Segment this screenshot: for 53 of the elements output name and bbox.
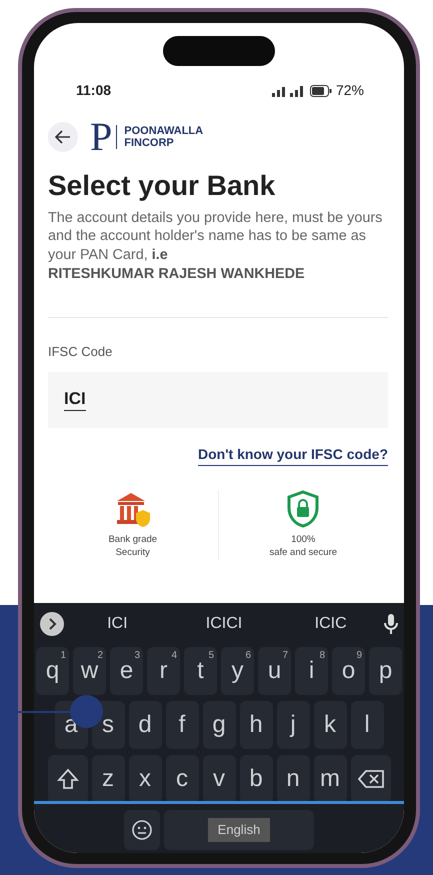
- ifsc-input-field[interactable]: ICI: [48, 372, 388, 428]
- key-hint: 6: [245, 649, 251, 663]
- keyboard-key[interactable]: j: [276, 701, 310, 749]
- battery-percent: 72%: [336, 81, 364, 100]
- shift-key[interactable]: [48, 755, 88, 803]
- keyboard-key[interactable]: k: [314, 701, 346, 749]
- key-hint: 4: [171, 649, 177, 663]
- keyboard-key[interactable]: x: [128, 755, 162, 803]
- suggestion-item[interactable]: ICI: [64, 612, 171, 636]
- keyboard-key[interactable]: z: [92, 755, 124, 803]
- keyboard-key[interactable]: v: [202, 755, 236, 803]
- suggestion-item[interactable]: ICICI: [170, 612, 278, 636]
- shield-lock-icon: [286, 490, 320, 528]
- description-text: The account details you provide here, must be yours and the account holder's name has to be same as your PAN Card, i.e RITESHKUMAR RAJESH WANKHEDE: [48, 208, 384, 284]
- keyboard-key[interactable]: g: [202, 701, 236, 749]
- backspace-icon: [358, 770, 384, 788]
- key-hint: 8: [319, 649, 325, 663]
- back-arrow-icon: [55, 130, 71, 144]
- keyboard-key[interactable]: d: [128, 701, 162, 749]
- signal-icon: [272, 84, 306, 96]
- keyboard-key[interactable]: c: [166, 755, 198, 803]
- keyboard-key[interactable]: f: [166, 701, 198, 749]
- status-time: 11:08: [76, 81, 112, 100]
- help-link[interactable]: Don't know your IFSC code?: [198, 444, 388, 466]
- keyboard-key[interactable]: n: [276, 755, 310, 803]
- shift-icon: [56, 768, 78, 790]
- back-button[interactable]: [48, 122, 78, 152]
- keyboard-key[interactable]: i 8: [295, 647, 328, 695]
- space-key[interactable]: English: [164, 810, 314, 850]
- key-hint: 7: [282, 649, 288, 663]
- key-hint: 3: [134, 649, 140, 663]
- keyboard-key[interactable]: m: [314, 755, 346, 803]
- brand-name: POONAWALLA FINCORP: [116, 124, 204, 150]
- field-label: IFSC Code: [48, 343, 114, 362]
- badge-caption: Bank grade Security: [108, 534, 158, 560]
- key-hint: 1: [60, 649, 66, 663]
- emoji-icon: [131, 819, 153, 841]
- keyboard-key[interactable]: b: [240, 755, 272, 803]
- key-hint: 9: [356, 649, 362, 663]
- keyboard-key[interactable]: l: [350, 701, 384, 749]
- keyboard-key[interactable]: h: [240, 701, 272, 749]
- battery-icon: [310, 84, 332, 96]
- key-hint: 2: [97, 649, 103, 663]
- expand-toolbar-icon[interactable]: [40, 612, 64, 636]
- badge-caption: 100% safe and secure: [269, 534, 338, 560]
- suggestion-item[interactable]: ICIC: [277, 612, 384, 636]
- logo-letter: P: [90, 117, 112, 157]
- backspace-key[interactable]: [350, 755, 390, 803]
- page-title: Select your Bank: [48, 169, 276, 203]
- emoji-key[interactable]: [124, 810, 160, 850]
- keyboard-key[interactable]: p: [369, 647, 402, 695]
- microphone-icon[interactable]: [384, 614, 398, 634]
- key-hint: 5: [208, 649, 214, 663]
